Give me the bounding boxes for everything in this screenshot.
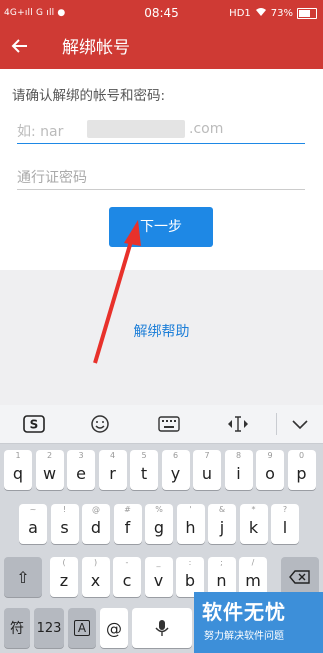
key-y[interactable]: 6y: [161, 450, 190, 490]
key-label: h: [185, 517, 196, 537]
key-t[interactable]: 5t: [130, 450, 158, 490]
key-hint: 0: [298, 451, 305, 460]
key-k[interactable]: * k: [239, 504, 268, 544]
key-label: f: [124, 517, 131, 537]
key-hint: 8: [235, 451, 242, 460]
key-label: o: [265, 463, 275, 483]
key-hint: 1: [15, 451, 21, 460]
symbol-key[interactable]: 符: [4, 608, 30, 648]
key-label: l: [282, 517, 288, 537]
key-hint: ;: [220, 558, 223, 567]
key-hint: 2: [46, 451, 53, 460]
at-key[interactable]: @: [100, 608, 128, 648]
key-g[interactable]: % g: [145, 504, 173, 544]
key-hint: (: [62, 558, 66, 567]
key-hint: *: [251, 505, 256, 514]
key-s[interactable]: ! s: [50, 504, 79, 544]
key-n[interactable]: ; n: [207, 557, 236, 597]
key-label: r: [109, 463, 116, 483]
key-z[interactable]: (z: [50, 557, 78, 597]
key-j[interactable]: & j: [208, 504, 236, 544]
key-d[interactable]: @ d: [82, 504, 110, 544]
number-key[interactable]: 123: [34, 608, 64, 648]
key-e[interactable]: 3e: [67, 450, 95, 490]
emoji-icon[interactable]: [80, 405, 120, 443]
key-w[interactable]: 2w: [35, 450, 64, 490]
key-l[interactable]: ? l: [271, 504, 299, 544]
cursor-move-icon[interactable]: [218, 405, 258, 443]
watermark-logo: 软件无忧 努力解决软件问题: [194, 592, 323, 653]
key-label: i: [236, 463, 241, 483]
key-hint: -: [125, 558, 129, 567]
key-label: a: [28, 517, 38, 537]
key-label: w: [42, 463, 57, 483]
key-hint: 4: [109, 451, 116, 460]
svg-text:S: S: [30, 418, 39, 432]
keyboard-toolbar: S: [0, 405, 323, 444]
key-label: v: [153, 570, 164, 590]
key-h[interactable]: ' h: [176, 504, 205, 544]
key-x[interactable]: ) x: [81, 557, 110, 597]
key-hint: 5: [141, 451, 147, 460]
key-label: q: [12, 463, 24, 483]
key-label: s: [60, 517, 69, 537]
key-b[interactable]: :b: [176, 557, 204, 597]
key-hint: ): [93, 558, 98, 567]
key-p[interactable]: 0p: [287, 450, 316, 490]
key-hint: @: [92, 505, 100, 514]
key-label: b: [184, 570, 196, 590]
key-label: j: [219, 517, 225, 537]
key-hint: &: [218, 505, 226, 514]
key-hint: /: [251, 558, 255, 567]
key-hint: %: [155, 505, 163, 514]
key-label: e: [76, 463, 86, 483]
key-f[interactable]: # f: [113, 504, 142, 544]
watermark-title: 软件无忧: [202, 600, 286, 624]
key-label: c: [122, 570, 132, 590]
key-label: k: [248, 517, 259, 537]
key-label: d: [90, 517, 102, 537]
key-hint: ~: [29, 505, 37, 514]
space-key[interactable]: [132, 608, 192, 648]
collapse-keyboard-icon[interactable]: [280, 405, 320, 443]
key-u[interactable]: 7u: [193, 450, 221, 490]
key-label: g: [153, 517, 165, 537]
key-label: t: [140, 463, 148, 483]
key-hint: ': [189, 505, 192, 514]
sogou-logo-icon[interactable]: S: [14, 405, 54, 443]
key-label: x: [90, 570, 101, 590]
key-label: u: [201, 463, 213, 483]
watermark-subtitle: 努力解决软件问题: [204, 631, 284, 642]
keyboard-icon[interactable]: [149, 405, 189, 443]
key-label: p: [296, 463, 307, 483]
key-label: z: [59, 570, 69, 590]
key-hint: !: [62, 505, 67, 514]
shift-key[interactable]: ⇧: [4, 557, 42, 597]
key-i[interactable]: 8i: [224, 450, 253, 490]
letter-mode-key[interactable]: A: [68, 608, 96, 648]
key-q[interactable]: 1q: [4, 450, 32, 490]
key-hint: #: [124, 505, 131, 514]
key-label: n: [216, 570, 227, 590]
key-a[interactable]: ~ a: [19, 504, 47, 544]
key-hint: 7: [204, 451, 210, 460]
key-hint: 3: [78, 451, 84, 460]
key-hint: :: [188, 558, 192, 567]
key-label: y: [170, 463, 181, 483]
key-hint: _: [156, 558, 161, 567]
key-hint: 6: [172, 451, 179, 460]
key-c[interactable]: -c: [113, 557, 141, 597]
delete-key[interactable]: [281, 557, 319, 597]
letter-mode-label: A: [73, 620, 91, 636]
key-o[interactable]: 9o: [256, 450, 284, 490]
toolbar-divider: [276, 413, 277, 435]
key-label: m: [245, 570, 261, 590]
key-v[interactable]: _ v: [144, 557, 173, 597]
key-m[interactable]: / m: [239, 557, 267, 597]
key-hint: ?: [282, 505, 288, 514]
key-r[interactable]: 4r: [98, 450, 127, 490]
key-hint: 9: [267, 451, 273, 460]
